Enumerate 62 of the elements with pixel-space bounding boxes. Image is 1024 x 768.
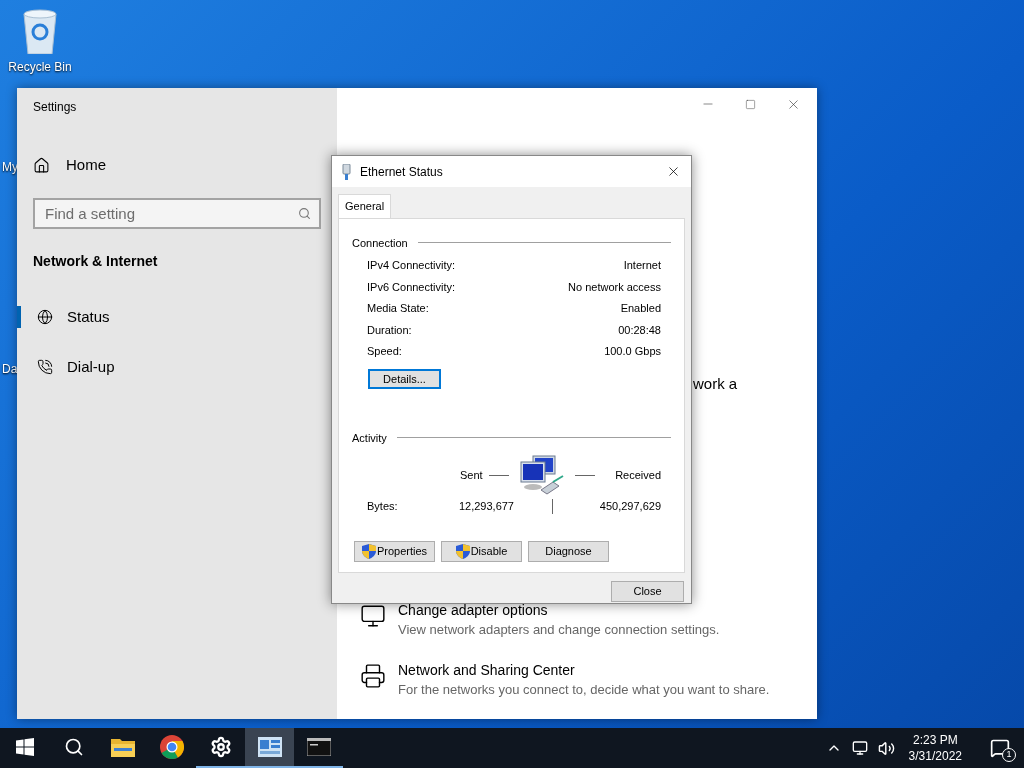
close-icon[interactable] bbox=[666, 164, 681, 179]
network-icon[interactable] bbox=[851, 740, 868, 756]
received-bytes: 450,297,629 bbox=[599, 499, 661, 514]
field-label: Duration: bbox=[367, 322, 412, 338]
desktop-icon-label[interactable]: Da bbox=[2, 360, 18, 378]
sidebar-item[interactable]: Status bbox=[17, 305, 321, 328]
details-button[interactable]: Details... bbox=[368, 368, 441, 389]
dialog-title: Ethernet Status bbox=[360, 163, 444, 181]
settings-link[interactable]: Network and Sharing Center bbox=[398, 660, 770, 680]
browser-icon bbox=[159, 735, 184, 759]
field-label: Speed: bbox=[367, 344, 402, 359]
recycle-bin-icon[interactable] bbox=[20, 8, 60, 54]
link-description: View network adapters and change connection settings. bbox=[398, 620, 720, 639]
field-value: 00:28:48 bbox=[618, 322, 661, 338]
field-label: IPv6 Connectivity: bbox=[367, 279, 456, 295]
gear-icon bbox=[209, 736, 232, 758]
field-value: 100.0 Gbps bbox=[604, 344, 661, 359]
action-button[interactable]: Properties bbox=[354, 540, 435, 562]
taskbar-button[interactable] bbox=[245, 728, 294, 768]
shield-icon bbox=[455, 543, 470, 559]
setting-description: work a bbox=[693, 374, 739, 394]
terminal-icon bbox=[306, 738, 331, 756]
sidebar-item[interactable]: Dial-up bbox=[17, 356, 321, 379]
search-field[interactable]: Find a setting bbox=[33, 197, 321, 229]
control-panel-icon bbox=[257, 737, 282, 757]
sent-label: Sent bbox=[460, 467, 483, 483]
window-title: Settings bbox=[33, 99, 78, 116]
desktop-icon-label[interactable]: Recycle Bin bbox=[8, 58, 72, 76]
close-button[interactable]: Close bbox=[611, 580, 684, 602]
group-heading: Activity bbox=[352, 430, 387, 446]
field-value: Internet bbox=[623, 258, 661, 273]
printer-icon bbox=[360, 662, 386, 689]
received-label: Received bbox=[615, 467, 661, 483]
search-icon bbox=[298, 206, 311, 220]
field-label: Media State: bbox=[367, 301, 429, 316]
shield-icon bbox=[361, 543, 376, 559]
action-button[interactable]: Disable bbox=[441, 540, 522, 562]
notifications-icon[interactable] bbox=[990, 738, 1010, 758]
field-value: No network access bbox=[568, 279, 661, 295]
link-description: For the networks you connect to, decide what you want to share. bbox=[398, 680, 770, 699]
action-button[interactable]: Diagnose bbox=[528, 540, 609, 562]
field-value: Enabled bbox=[620, 301, 661, 316]
volume-icon[interactable] bbox=[877, 739, 895, 757]
tab[interactable]: General bbox=[338, 194, 392, 218]
ethernet-icon bbox=[342, 163, 351, 180]
windows-logo-icon bbox=[15, 738, 34, 756]
search-icon bbox=[63, 737, 84, 757]
globe-icon bbox=[37, 308, 53, 325]
field-label: Bytes: bbox=[367, 499, 399, 514]
section-heading: Network & Internet bbox=[33, 251, 159, 271]
phone-icon bbox=[37, 359, 53, 376]
clock[interactable]: 2:23 PM 3/31/2022 bbox=[904, 732, 966, 764]
home-nav-item[interactable]: Home bbox=[33, 154, 321, 177]
group-heading: Connection bbox=[352, 235, 408, 251]
settings-link[interactable]: Change adapter options bbox=[398, 600, 720, 620]
network-computers-drawing bbox=[518, 454, 565, 496]
home-icon bbox=[33, 156, 50, 174]
field-label: IPv4 Connectivity: bbox=[367, 258, 456, 273]
sent-bytes: 12,293,677 bbox=[457, 499, 514, 514]
notification-count: 1 bbox=[1002, 748, 1016, 762]
folder-icon bbox=[110, 737, 135, 757]
desktop-icon-label[interactable]: My bbox=[2, 158, 18, 176]
